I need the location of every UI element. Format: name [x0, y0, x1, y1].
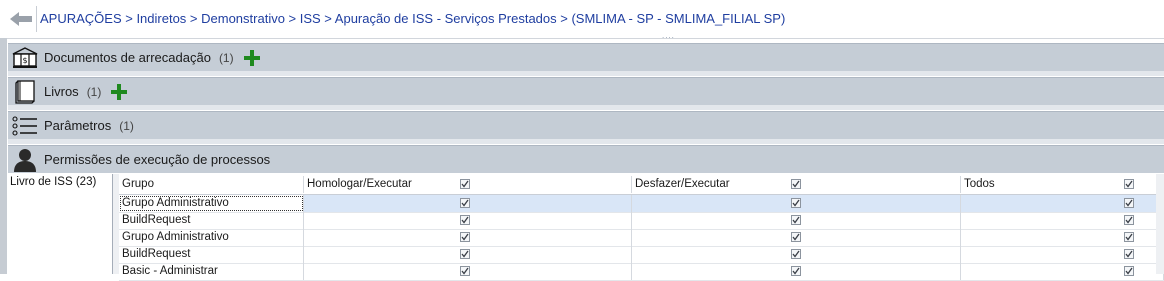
check-icon — [1125, 233, 1133, 241]
desfazer-checkbox[interactable] — [791, 232, 801, 242]
todos-checkbox[interactable] — [1124, 266, 1134, 276]
book-icon — [12, 79, 38, 104]
section-livros[interactable]: Livros (1) — [8, 77, 1164, 105]
todos-checkbox[interactable] — [1124, 215, 1134, 225]
todos-cell — [961, 229, 1164, 246]
desfazer-checkbox[interactable] — [791, 215, 801, 225]
column-header-todos[interactable]: Todos — [961, 176, 1164, 193]
desfazer-cell — [632, 246, 961, 263]
section-title: Parâmetros — [44, 118, 112, 133]
plus-icon — [243, 49, 260, 66]
homologar-cell — [304, 246, 632, 263]
list-item[interactable]: Livro de ISS (23) — [10, 176, 96, 188]
todos-checkbox[interactable] — [1124, 249, 1134, 259]
todos-checkbox[interactable] — [1124, 232, 1134, 242]
section-parametros[interactable]: Parâmetros (1) — [8, 111, 1164, 139]
add-documento-button[interactable] — [242, 48, 262, 68]
todos-cell — [961, 195, 1164, 212]
section-divider — [8, 139, 1164, 144]
homologar-cell — [304, 229, 632, 246]
group-cell[interactable]: Grupo Administrativo — [119, 229, 304, 246]
list-icon — [12, 114, 38, 138]
table-row[interactable]: BuildRequest — [119, 246, 1164, 264]
check-icon — [461, 199, 469, 207]
todos-cell — [961, 263, 1164, 280]
column-header-label: Desfazer/Executar — [635, 178, 730, 190]
breadcrumb-bar: APURAÇÕES > Indiretos > Demonstrativo > … — [0, 0, 1164, 40]
homologar-checkbox[interactable] — [460, 198, 470, 208]
desfazer-checkbox[interactable] — [791, 266, 801, 276]
column-header-label: Todos — [964, 178, 995, 190]
document-stamp-icon: $ — [12, 46, 38, 70]
section-documentos-arrecadacao[interactable]: $ Documentos de arrecadação (1) — [8, 43, 1164, 71]
permissions-grid: Grupo Homologar/Executar Desfazer/Execut… — [119, 176, 1164, 281]
section-title: Permissões de execução de processos — [44, 152, 271, 167]
column-header-homologar[interactable]: Homologar/Executar — [304, 176, 632, 193]
header-check-desfazer[interactable] — [791, 179, 801, 189]
arrow-left-icon — [9, 11, 33, 30]
desfazer-cell — [632, 229, 961, 246]
user-icon — [12, 148, 38, 172]
column-header-grupo[interactable]: Grupo — [119, 176, 304, 193]
check-icon — [1125, 250, 1133, 258]
add-livro-button[interactable] — [109, 82, 129, 102]
breadcrumb[interactable]: APURAÇÕES > Indiretos > Demonstrativo > … — [40, 11, 785, 26]
header-check-todos[interactable] — [1124, 179, 1134, 189]
section-permissoes[interactable]: Permissões de execução de processos — [8, 145, 1164, 173]
vertical-scrollbar[interactable] — [1156, 174, 1164, 274]
livro-list: Livro de ISS (23) — [8, 174, 113, 274]
section-divider — [8, 105, 1164, 110]
group-cell[interactable]: Basic - Administrar — [119, 263, 304, 280]
group-cell[interactable]: BuildRequest — [119, 212, 304, 229]
column-header-desfazer[interactable]: Desfazer/Executar — [632, 176, 961, 193]
homologar-cell — [304, 195, 632, 212]
desfazer-cell — [632, 212, 961, 229]
homologar-cell — [304, 263, 632, 280]
homologar-checkbox[interactable] — [460, 266, 470, 276]
homologar-checkbox[interactable] — [460, 215, 470, 225]
check-icon — [792, 216, 800, 224]
check-icon — [461, 216, 469, 224]
desfazer-checkbox[interactable] — [791, 249, 801, 259]
check-icon — [1125, 199, 1133, 207]
check-icon — [792, 250, 800, 258]
table-row[interactable]: Grupo Administrativo — [119, 195, 1164, 213]
back-button[interactable] — [7, 10, 35, 30]
header-check-homologar[interactable] — [460, 179, 470, 189]
check-icon — [461, 233, 469, 241]
section-title: Documentos de arrecadação — [44, 50, 211, 65]
section-title: Livros — [44, 84, 79, 99]
homologar-checkbox[interactable] — [460, 232, 470, 242]
homologar-checkbox[interactable] — [460, 249, 470, 259]
todos-checkbox[interactable] — [1124, 198, 1134, 208]
desfazer-checkbox[interactable] — [791, 198, 801, 208]
check-icon — [792, 233, 800, 241]
section-divider — [8, 71, 1164, 76]
svg-text:$: $ — [22, 56, 27, 65]
table-row[interactable]: Basic - Administrar — [119, 263, 1164, 281]
plus-icon — [111, 83, 128, 100]
grid-header: Grupo Homologar/Executar Desfazer/Execut… — [119, 176, 1164, 195]
column-header-label: Homologar/Executar — [307, 178, 412, 190]
desfazer-cell — [632, 263, 961, 280]
homologar-cell — [304, 212, 632, 229]
section-count: (1) — [218, 50, 234, 65]
left-splitter[interactable] — [0, 38, 7, 274]
group-cell[interactable]: BuildRequest — [119, 246, 304, 263]
check-icon — [792, 199, 800, 207]
table-row[interactable]: BuildRequest — [119, 212, 1164, 230]
desfazer-cell — [632, 195, 961, 212]
section-count: (1) — [86, 84, 102, 99]
todos-cell — [961, 212, 1164, 229]
section-count: (1) — [119, 118, 134, 133]
group-cell[interactable]: Grupo Administrativo — [119, 195, 304, 212]
table-row[interactable]: Grupo Administrativo — [119, 229, 1164, 247]
breadcrumb-divider — [36, 6, 37, 32]
resize-grip[interactable]: .... — [662, 32, 675, 40]
check-icon — [1125, 216, 1133, 224]
todos-cell — [961, 246, 1164, 263]
check-icon — [461, 250, 469, 258]
